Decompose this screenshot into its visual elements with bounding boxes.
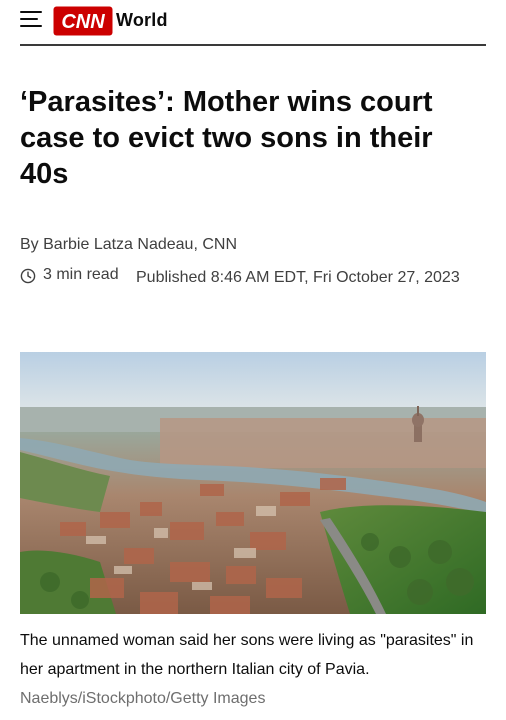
site-header: CNN World [20,6,486,40]
menu-icon[interactable] [20,9,42,29]
article-meta: 3 min read Published 8:46 AM EDT, Fri Oc… [20,264,486,314]
aerial-city-photo [20,352,486,614]
cnn-logo[interactable]: CNN [53,6,113,36]
section-label[interactable]: World [116,10,168,31]
article-headline: ‘Parasites’: Mother wins court case to e… [20,86,433,190]
cnn-logo-mark: CNN [53,6,113,36]
read-time: 3 min read [43,266,119,283]
published-timestamp: Published 8:46 AM EDT, Fri October 27, 2… [136,269,460,286]
caption-text: The unnamed woman said her sons were liv… [20,632,474,678]
header-divider [20,44,486,46]
logo-text: CNN [61,11,105,33]
photo-credit: Naeblys/iStockphoto/Getty Images [20,690,266,707]
clock-icon [20,268,36,284]
article-byline[interactable]: By Barbie Latza Nadeau, CNN [20,236,237,254]
hero-image[interactable] [20,352,486,614]
image-caption: The unnamed woman said her sons were liv… [20,626,486,713]
